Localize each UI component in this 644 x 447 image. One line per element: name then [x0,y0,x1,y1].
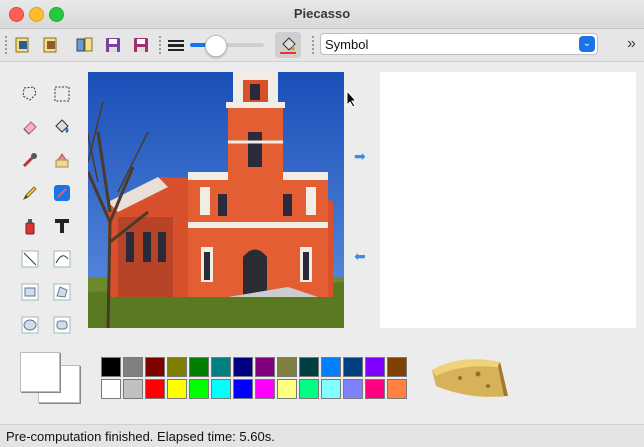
palette-swatch[interactable] [299,379,319,399]
palette-swatch[interactable] [123,357,143,377]
status-text: Pre-computation finished. Elapsed time: … [6,429,275,444]
pie-thumbnail[interactable] [430,356,510,400]
curve-icon[interactable] [52,249,72,269]
palette-swatch[interactable] [145,379,165,399]
text-icon[interactable] [52,216,72,236]
line-width-icon[interactable] [166,35,186,55]
polygon-icon[interactable] [52,282,72,302]
toolbar-overflow-button[interactable]: » [627,35,636,53]
brush-size-slider-knob[interactable] [205,35,227,57]
rectangle-icon[interactable] [20,282,40,302]
palette-swatch[interactable] [321,357,341,377]
palette-swatch[interactable] [365,379,385,399]
open-icon[interactable] [13,35,33,55]
palette-swatch[interactable] [277,357,297,377]
symbol-combo-value: Symbol [325,37,369,52]
palette-swatch[interactable] [277,379,297,399]
palette-swatch[interactable] [255,379,275,399]
toolbar: Symbol ⌄ » [0,29,644,62]
right-arrow-icon[interactable]: ➡ [354,148,366,165]
stamp-icon[interactable] [52,150,72,170]
palette-swatch[interactable] [343,357,363,377]
eraser-icon[interactable] [20,117,40,137]
symbol-combo[interactable]: Symbol ⌄ [320,33,598,55]
palette-swatch[interactable] [387,357,407,377]
fill-button[interactable] [275,32,301,58]
save-icon[interactable] [103,35,123,55]
palette-swatch[interactable] [321,379,341,399]
palette-swatch[interactable] [299,357,319,377]
status-bar: Pre-computation finished. Elapsed time: … [0,424,644,447]
save-as-icon[interactable] [131,35,151,55]
palette-swatch[interactable] [101,357,121,377]
brush-size-slider[interactable] [190,43,264,47]
chevron-down-icon[interactable]: ⌄ [579,36,595,52]
palette-swatch[interactable] [189,379,209,399]
open3-icon[interactable] [75,35,95,55]
line-icon[interactable] [20,249,40,269]
palette-swatch[interactable] [167,357,187,377]
palette-swatch[interactable] [101,379,121,399]
source-image-canvas[interactable] [88,72,344,328]
toolbar-grip[interactable] [5,36,7,54]
palette-swatch[interactable] [167,379,187,399]
rounded-rect-icon[interactable] [52,315,72,335]
fill-bucket-icon[interactable] [52,117,72,137]
palette-swatch[interactable] [233,379,253,399]
toolbar-grip[interactable] [159,36,161,54]
spray-icon[interactable] [20,216,40,236]
church-photo [88,72,344,328]
palette-swatch[interactable] [387,379,407,399]
palette-swatch[interactable] [233,357,253,377]
palette-swatch[interactable] [343,379,363,399]
brush-icon[interactable] [52,183,72,203]
open2-icon[interactable] [41,35,61,55]
fill-icon [280,37,296,54]
color-picker-icon[interactable] [20,150,40,170]
palette-swatch[interactable] [255,357,275,377]
toolbar-grip[interactable] [312,36,314,54]
palette-swatch[interactable] [211,379,231,399]
palette-swatch[interactable] [189,357,209,377]
ellipse-icon[interactable] [20,315,40,335]
pencil-icon[interactable] [20,183,40,203]
left-arrow-icon[interactable]: ⬅ [354,248,366,265]
palette-swatch[interactable] [123,379,143,399]
palette-swatch[interactable] [145,357,165,377]
palette-swatch[interactable] [365,357,385,377]
mouse-cursor-icon [346,90,358,108]
title-bar: Piecasso [0,0,644,29]
result-canvas[interactable] [380,72,636,328]
window-title: Piecasso [293,6,351,21]
palette-swatch[interactable] [211,357,231,377]
rect-select-icon[interactable] [52,84,72,104]
freeform-select-icon[interactable] [20,84,40,104]
foreground-color-swatch[interactable] [20,352,60,392]
